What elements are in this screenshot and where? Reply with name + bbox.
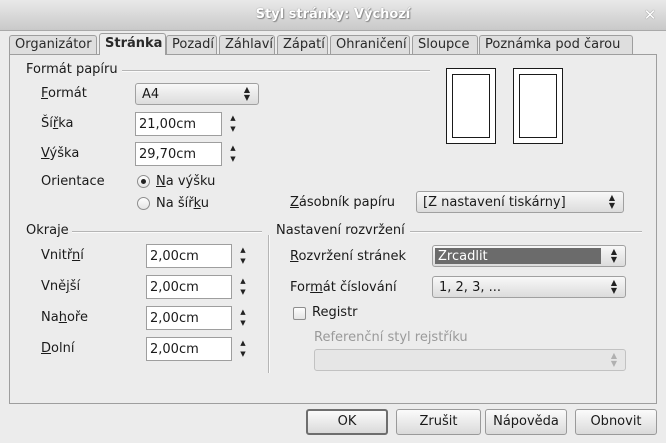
height-value: 29,70cm	[139, 147, 197, 162]
spin-arrows-icon[interactable]: ▲ ▼	[235, 307, 251, 331]
bottom-margin-value: 2,00cm	[150, 342, 199, 357]
tab-organizer[interactable]: Organizátor	[9, 35, 97, 54]
spin-arrows-icon[interactable]: ▲ ▼	[235, 276, 251, 300]
margins-heading: Okraje	[26, 223, 69, 238]
portrait-label[interactable]: Na výšku	[156, 174, 215, 189]
inner-margin-value: 2,00cm	[150, 249, 199, 264]
vertical-separator	[268, 235, 270, 373]
updown-arrows-icon: ▲ ▼	[610, 247, 618, 264]
paper-tray-value: [Z nastavení tiskárny]	[423, 195, 566, 210]
spin-arrows-icon[interactable]: ▲ ▼	[225, 113, 241, 137]
updown-arrows-icon: ▲ ▼	[243, 85, 251, 102]
page-style-dialog: Styl stránky: Výchozí ✕ Organizátor Strá…	[0, 0, 666, 443]
format-select-value: A4	[142, 87, 160, 102]
updown-arrows-icon: ▲ ▼	[610, 278, 618, 295]
reference-style-select: ▲ ▼	[314, 349, 626, 371]
cancel-button[interactable]: Zrušit	[396, 409, 481, 435]
numbering-format-value: 1, 2, 3, ...	[439, 280, 502, 295]
landscape-label[interactable]: Na šířku	[156, 196, 209, 211]
paper-format-heading: Formát papíru	[26, 62, 118, 77]
landscape-radio[interactable]	[137, 197, 150, 210]
width-field[interactable]: 21,00cm ▲ ▼	[135, 112, 236, 136]
tab-background[interactable]: Pozadí	[166, 35, 217, 54]
close-icon[interactable]: ✕	[642, 7, 658, 23]
height-field[interactable]: 29,70cm ▲ ▼	[135, 142, 236, 166]
outer-margin-label: Vnější	[41, 279, 81, 294]
height-label: Výška	[41, 146, 80, 161]
width-value: 21,00cm	[139, 117, 197, 132]
outer-margin-field[interactable]: 2,00cm ▲ ▼	[146, 275, 246, 299]
reset-button[interactable]: Obnovit	[575, 409, 657, 435]
outer-margin-value: 2,00cm	[150, 280, 199, 295]
spin-arrows-icon[interactable]: ▲ ▼	[235, 245, 251, 269]
spin-arrows-icon[interactable]: ▲ ▼	[235, 338, 251, 362]
right-page-preview	[513, 68, 563, 144]
layout-settings-heading: Nastavení rozvržení	[276, 223, 405, 238]
help-button[interactable]: Nápověda	[485, 409, 567, 435]
window-title: Styl stránky: Výchozí	[255, 7, 411, 22]
layout-settings-separator	[410, 231, 642, 233]
numbering-format-select[interactable]: 1, 2, 3, ... ▲ ▼	[432, 276, 626, 298]
orientation-label: Orientace	[41, 174, 105, 189]
left-page-preview	[446, 68, 496, 144]
updown-arrows-icon: ▲ ▼	[608, 193, 616, 210]
format-select[interactable]: A4 ▲ ▼	[135, 83, 259, 105]
tab-footer[interactable]: Zápatí	[277, 35, 328, 54]
tab-header[interactable]: Záhlaví	[219, 35, 275, 54]
numbering-format-label: Formát číslování	[290, 280, 397, 295]
top-margin-field[interactable]: 2,00cm ▲ ▼	[146, 306, 246, 330]
format-label: Formát	[41, 86, 87, 101]
paper-format-separator	[122, 70, 430, 72]
inner-margin-field[interactable]: 2,00cm ▲ ▼	[146, 244, 246, 268]
page-layout-select[interactable]: Zrcadlit ▲ ▼	[432, 245, 626, 267]
page-layout-value: Zrcadlit	[435, 248, 601, 264]
ok-button[interactable]: OK	[306, 409, 388, 435]
tab-page[interactable]: Stránka	[99, 33, 166, 55]
tab-footnote[interactable]: Poznámka pod čarou	[479, 35, 633, 54]
updown-arrows-icon: ▲ ▼	[610, 351, 618, 368]
inner-margin-label: Vnitřní	[41, 248, 84, 263]
paper-tray-select[interactable]: [Z nastavení tiskárny] ▲ ▼	[416, 191, 624, 213]
tab-columns[interactable]: Sloupce	[412, 35, 478, 54]
margins-separator	[72, 231, 262, 233]
page-layout-label: Rozvržení stránek	[290, 249, 407, 264]
top-margin-label: Nahoře	[41, 310, 88, 325]
register-checkbox[interactable]	[293, 307, 306, 320]
title-bar[interactable]: Styl stránky: Výchozí ✕	[0, 0, 666, 31]
bottom-margin-label: Dolní	[41, 341, 75, 356]
top-margin-value: 2,00cm	[150, 311, 199, 326]
bottom-margin-field[interactable]: 2,00cm ▲ ▼	[146, 337, 246, 361]
paper-tray-label: Zásobník papíru	[290, 195, 396, 210]
tab-borders[interactable]: Ohraničení	[330, 35, 410, 54]
reference-style-label: Referenční styl rejstříku	[314, 330, 468, 345]
portrait-radio[interactable]	[137, 175, 150, 188]
width-label: Šířka	[41, 116, 74, 131]
tab-panel-page: Formát papíru Formát A4 ▲ ▼ Šířka 21,00cm…	[9, 54, 657, 404]
register-label[interactable]: Registr	[312, 305, 358, 320]
spin-arrows-icon[interactable]: ▲ ▼	[225, 143, 241, 167]
